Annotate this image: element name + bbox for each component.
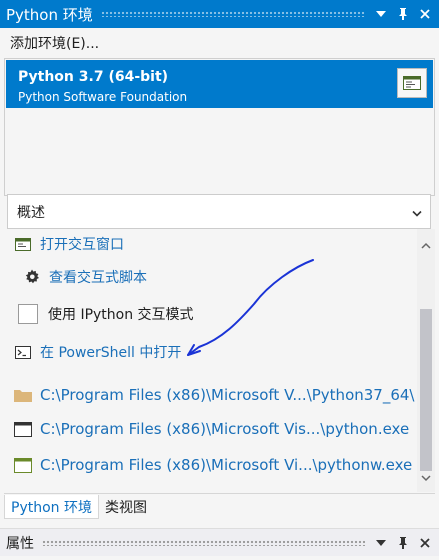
environment-name: Python 3.7 (64-bit) — [18, 69, 169, 85]
chevron-down-icon[interactable] — [412, 206, 422, 222]
properties-grip[interactable] — [42, 539, 365, 546]
panel-title-bar: Python 环境 — [0, 0, 439, 28]
pin-icon[interactable] — [395, 6, 411, 22]
scrollbar-thumb[interactable] — [420, 309, 432, 471]
scroll-up-icon[interactable] — [421, 237, 431, 253]
annotation-arrow — [187, 259, 314, 356]
environment-list[interactable]: Python 3.7 (64-bit) Python Software Foun… — [4, 58, 435, 196]
panel-tabs: Python 环境 类视图 — [4, 493, 435, 519]
scroll-down-icon[interactable] — [421, 470, 431, 486]
pin-icon[interactable] — [395, 535, 411, 551]
properties-title: 属性 — [6, 535, 34, 552]
close-icon[interactable] — [417, 535, 433, 551]
properties-title-bar: 属性 — [0, 528, 439, 556]
environment-item[interactable]: Python 3.7 (64-bit) Python Software Foun… — [6, 60, 433, 108]
vertical-scrollbar[interactable] — [417, 229, 435, 492]
window-icon[interactable] — [397, 68, 427, 98]
tab-class-view[interactable]: 类视图 — [99, 495, 153, 519]
close-icon[interactable] — [417, 6, 433, 22]
overview-panel: 打开交互窗口 查看交互式脚本 使用 IPython 交互模式 在 PowerSh… — [4, 229, 435, 492]
properties-dropdown-icon[interactable] — [373, 535, 389, 551]
add-environment-button[interactable]: 添加环境(E)... — [10, 33, 99, 53]
options-dropdown-icon[interactable] — [373, 6, 389, 22]
view-select[interactable]: 概述 — [7, 194, 431, 229]
toolbar: 添加环境(E)... — [0, 28, 439, 58]
tab-python-environments[interactable]: Python 环境 — [4, 495, 99, 519]
title-grip[interactable] — [100, 11, 365, 17]
view-select-value: 概述 — [17, 204, 45, 221]
panel-title: Python 环境 — [6, 5, 93, 24]
environment-publisher: Python Software Foundation — [18, 90, 188, 104]
